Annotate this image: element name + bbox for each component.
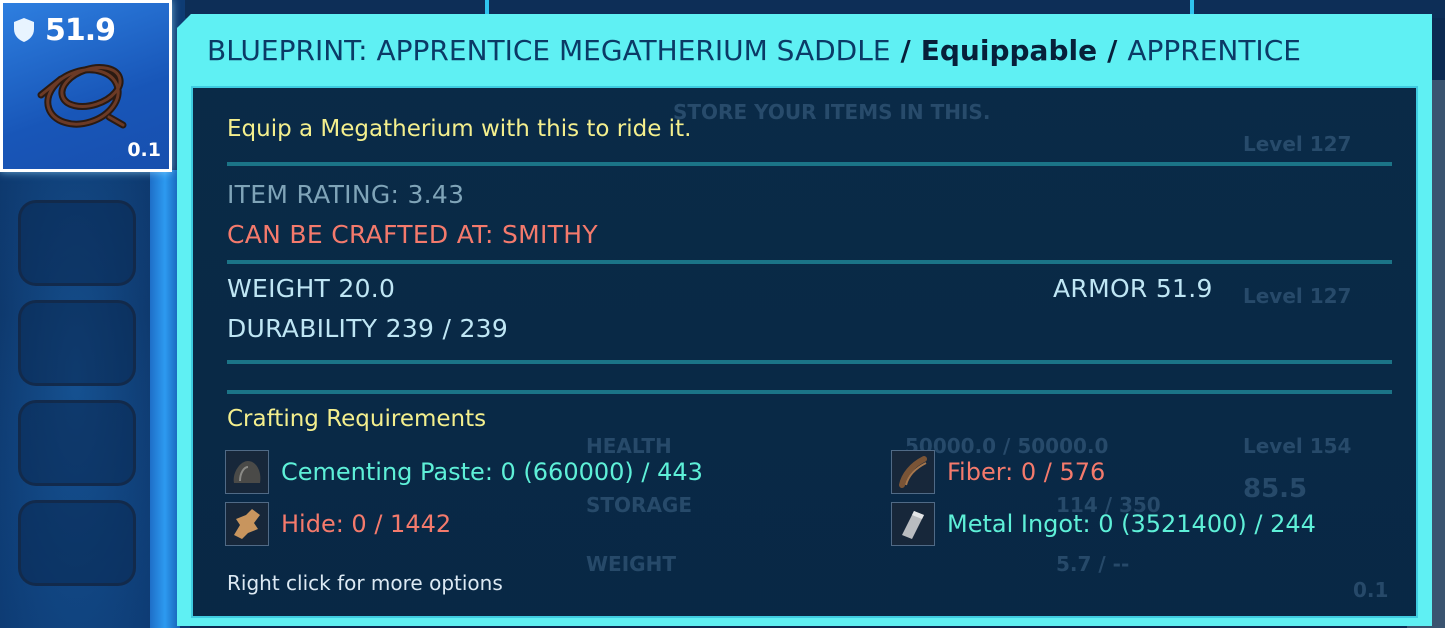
store-hint-text: STORE YOUR ITEMS IN THIS.: [673, 100, 991, 124]
requirement-fiber: Fiber: 0 / 576: [891, 450, 1105, 494]
saddle-inventory-slot[interactable]: 51.9 0.1: [0, 0, 172, 172]
item-armor: ARMOR 51.9: [1053, 274, 1213, 303]
title-separator: /: [900, 33, 911, 67]
item-tooltip: BLUEPRINT: APPRENTICE MEGATHERIUM SADDLE…: [177, 14, 1432, 626]
requirement-text: Cementing Paste: 0 (660000) / 443: [281, 458, 703, 486]
divider: [227, 162, 1392, 166]
item-quality: APPRENTICE: [1127, 33, 1301, 67]
empty-slot[interactable]: [18, 300, 136, 386]
crafting-requirements-title: Crafting Requirements: [227, 406, 487, 432]
level-label: Level 127: [1243, 132, 1352, 156]
cementing-paste-icon: [225, 450, 269, 494]
fiber-icon: [891, 450, 935, 494]
more-options-hint: Right click for more options: [227, 571, 503, 595]
requirement-text: Hide: 0 / 1442: [281, 510, 452, 538]
tooltip-title: BLUEPRINT: APPRENTICE MEGATHERIUM SADDLE…: [177, 14, 1432, 86]
weight-value: 5.7 / --: [1056, 552, 1130, 576]
requirement-cementing-paste: Cementing Paste: 0 (660000) / 443: [225, 450, 703, 494]
requirement-text: Metal Ingot: 0 (3521400) / 244: [947, 510, 1316, 538]
requirement-text: Fiber: 0 / 576: [947, 458, 1106, 486]
divider: [227, 260, 1392, 264]
metal-ingot-icon: [891, 502, 935, 546]
slot-weight-ghost: 0.1: [1353, 578, 1389, 602]
title-separator: /: [1107, 33, 1118, 67]
requirement-hide: Hide: 0 / 1442: [225, 502, 451, 546]
item-type: Equippable: [920, 33, 1098, 67]
storage-label: STORAGE: [586, 493, 693, 517]
level-label: Level 127: [1243, 284, 1352, 308]
requirement-metal-ingot: Metal Ingot: 0 (3521400) / 244: [891, 502, 1316, 546]
divider: [227, 390, 1392, 394]
hide-icon: [225, 502, 269, 546]
level-label: Level 154: [1243, 434, 1352, 458]
empty-slot[interactable]: [18, 200, 136, 286]
crafting-station: CAN BE CRAFTED AT: SMITHY: [227, 220, 598, 249]
tooltip-body: STORE YOUR ITEMS IN THIS. HEALTH 50000.0…: [191, 86, 1418, 618]
item-name: BLUEPRINT: APPRENTICE MEGATHERIUM SADDLE: [207, 33, 891, 67]
empty-slot[interactable]: [18, 500, 136, 586]
item-weight: WEIGHT 20.0: [227, 274, 396, 303]
empty-slot[interactable]: [18, 400, 136, 486]
divider: [227, 360, 1392, 364]
item-rating: ITEM RATING: 3.43: [227, 180, 465, 209]
saddle-icon: [37, 64, 127, 129]
scroll-rail: [150, 170, 180, 628]
slot-weight-value: 0.1: [127, 139, 161, 161]
item-durability: DURABILITY 239 / 239: [227, 314, 509, 343]
item-description: Equip a Megatherium with this to ride it…: [227, 116, 692, 142]
armor-preview: 85.5: [1243, 474, 1308, 504]
weight-label: WEIGHT: [586, 552, 676, 576]
